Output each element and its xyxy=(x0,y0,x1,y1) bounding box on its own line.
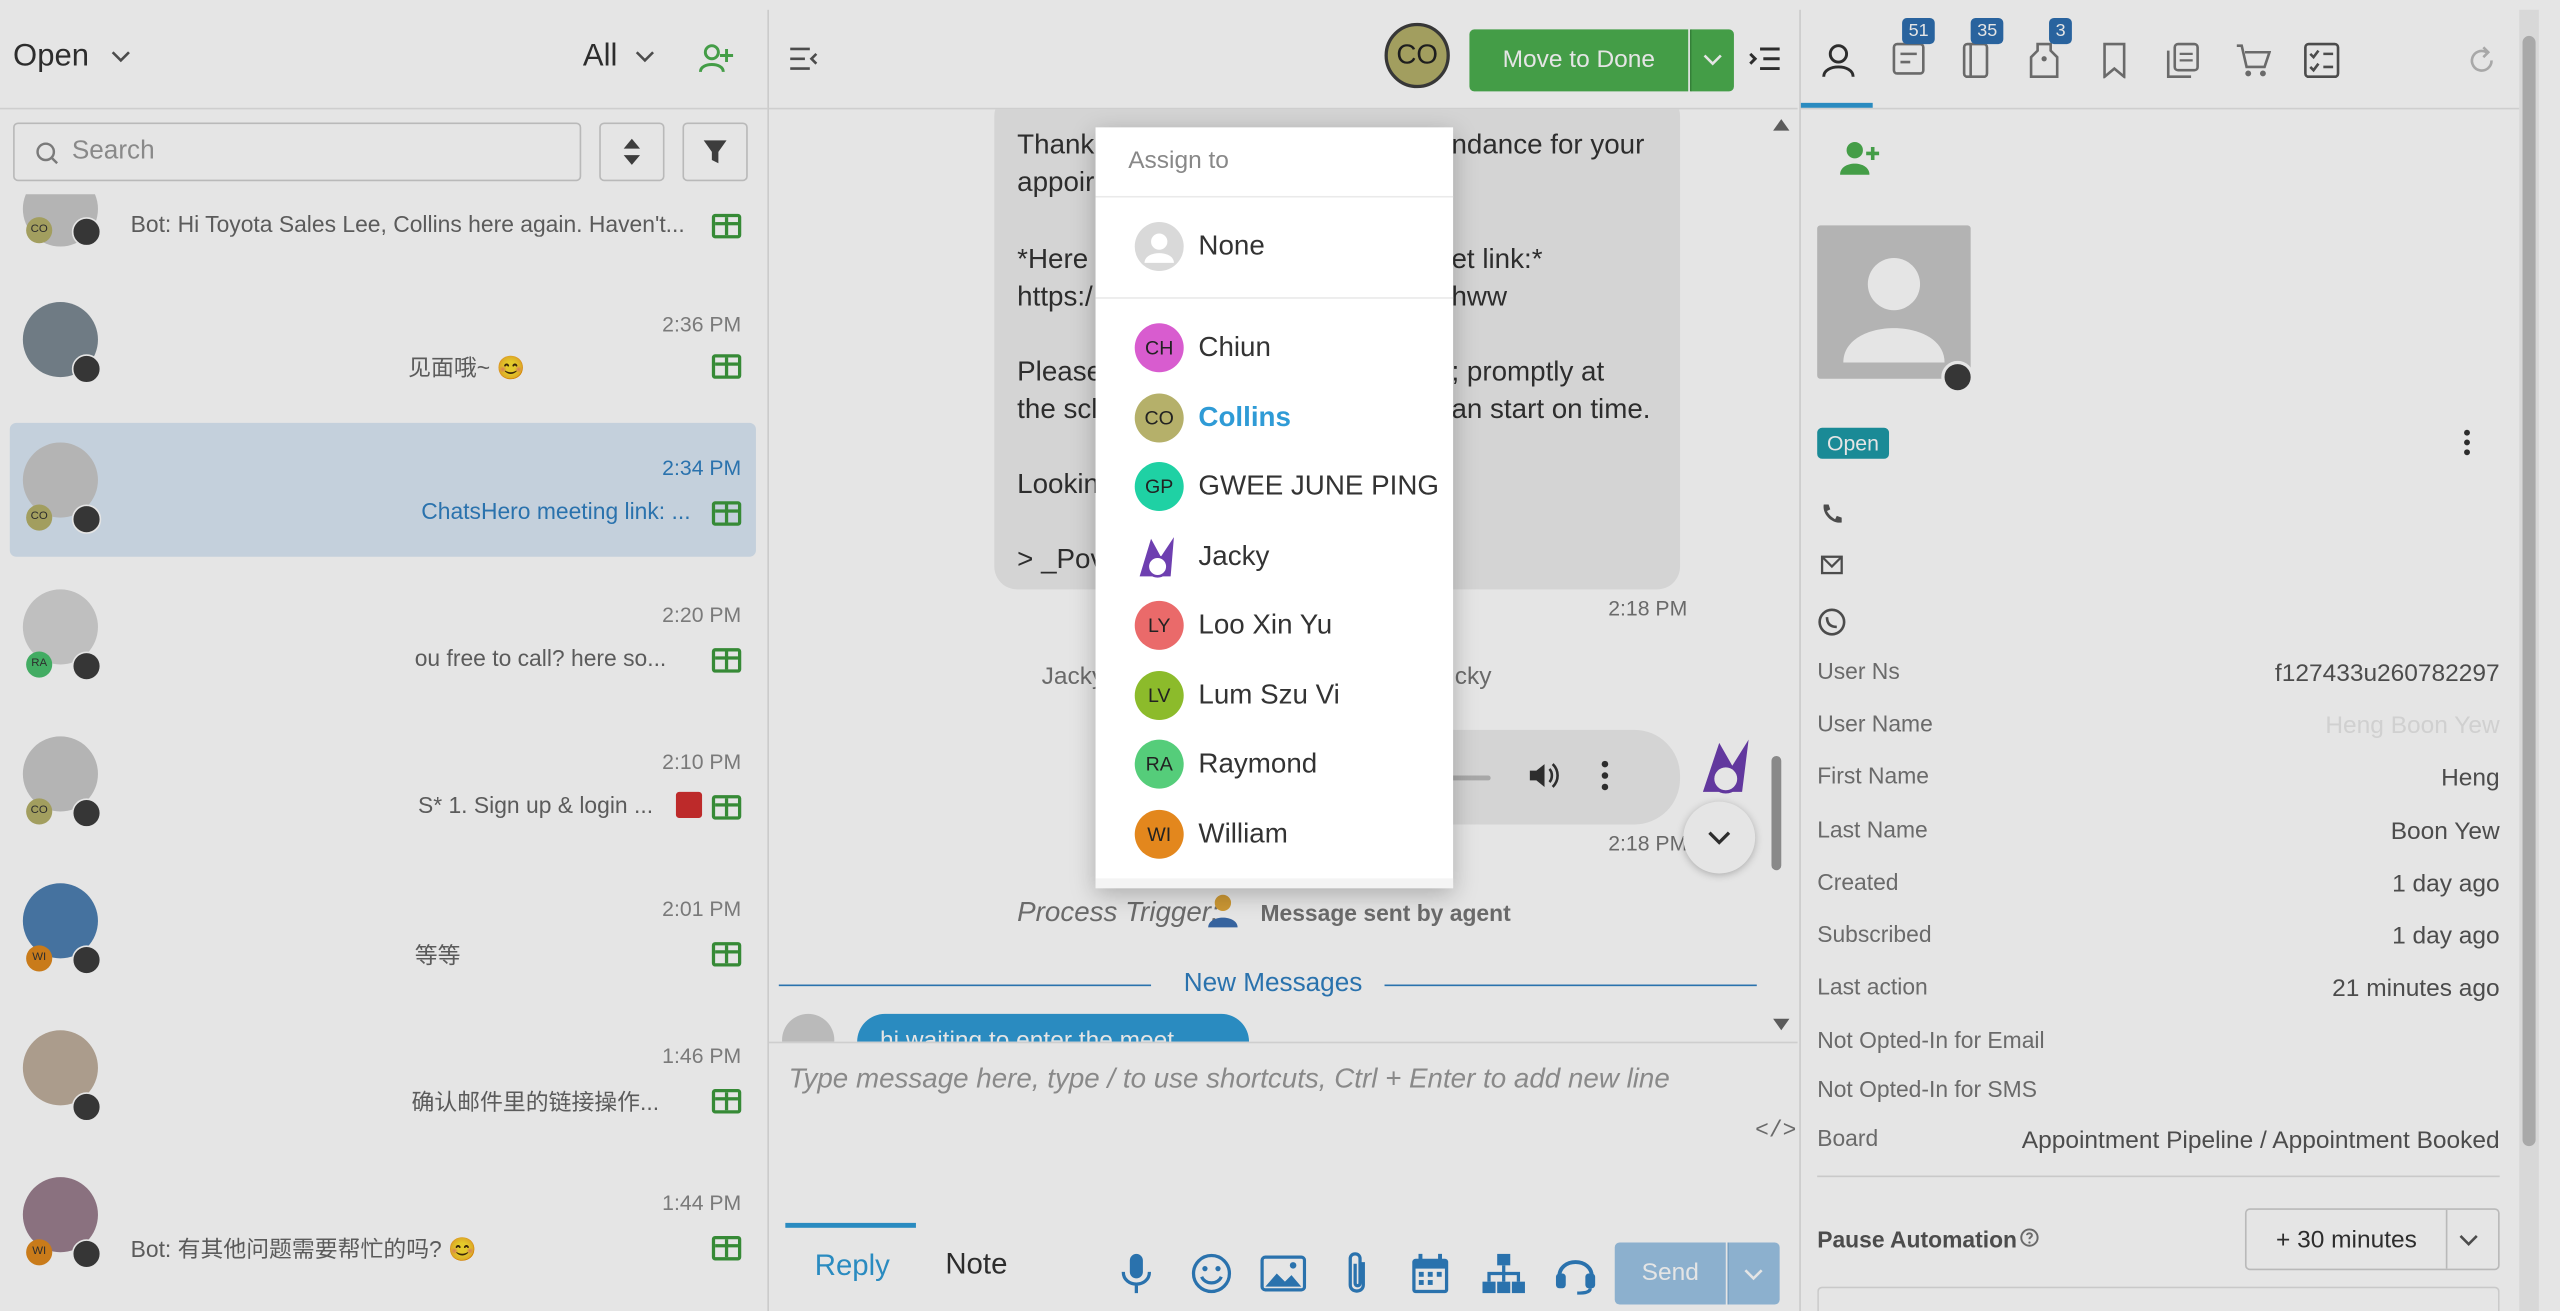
assign-to-dropdown: Assign to None CH Chiun CO Collins GP GW… xyxy=(1095,127,1454,889)
assign-option-label: Raymond xyxy=(1198,747,1318,779)
agent-initials-avatar: CH xyxy=(1134,323,1184,373)
assign-option-label: Loo Xin Yu xyxy=(1198,608,1333,641)
assign-option-chiun[interactable]: CH Chiun xyxy=(1096,313,1454,382)
dropdown-divider xyxy=(1095,195,1454,198)
agent-initials-avatar: GP xyxy=(1134,462,1184,512)
agent-initials-avatar: LY xyxy=(1134,600,1184,650)
assign-option-label-selected: Collins xyxy=(1198,401,1291,433)
assign-option-jacky[interactable]: Jacky xyxy=(1096,522,1454,591)
assign-option-none[interactable]: None xyxy=(1096,212,1454,281)
assign-option-lum-szu-vi[interactable]: LV Lum Szu Vi xyxy=(1096,661,1454,730)
agent-logo-avatar xyxy=(1135,532,1184,581)
assign-option-collins[interactable]: CO Collins xyxy=(1096,384,1454,453)
assign-option-raymond[interactable]: RA Raymond xyxy=(1096,730,1454,799)
agent-initials-avatar: CO xyxy=(1134,393,1184,443)
assign-option-label: Lum Szu Vi xyxy=(1198,679,1340,711)
dropdown-bottom-edge xyxy=(1095,878,1454,889)
assign-option-label: None xyxy=(1198,230,1265,262)
assign-option-loo-xin-yu[interactable]: LY Loo Xin Yu xyxy=(1096,591,1454,660)
assign-option-label: Jacky xyxy=(1198,540,1270,572)
assign-option-gwee-june-ping[interactable]: GP GWEE JUNE PING xyxy=(1096,452,1454,521)
assign-option-william[interactable]: WI William xyxy=(1096,800,1454,869)
assign-option-label: William xyxy=(1198,817,1288,850)
agent-initials-avatar: WI xyxy=(1134,809,1184,859)
app-stage: Open All Search CO Bot: Hi Toyota Sales … xyxy=(0,0,2560,1311)
dropdown-divider xyxy=(1095,297,1454,299)
assign-dropdown-title: Assign to xyxy=(1128,146,1229,175)
assign-option-label: GWEE JUNE PING xyxy=(1198,470,1439,502)
agent-initials-avatar: RA xyxy=(1134,739,1184,789)
agent-initials-avatar: LV xyxy=(1134,671,1184,721)
user-placeholder-icon xyxy=(1134,222,1184,272)
assign-option-label: Chiun xyxy=(1198,331,1271,363)
